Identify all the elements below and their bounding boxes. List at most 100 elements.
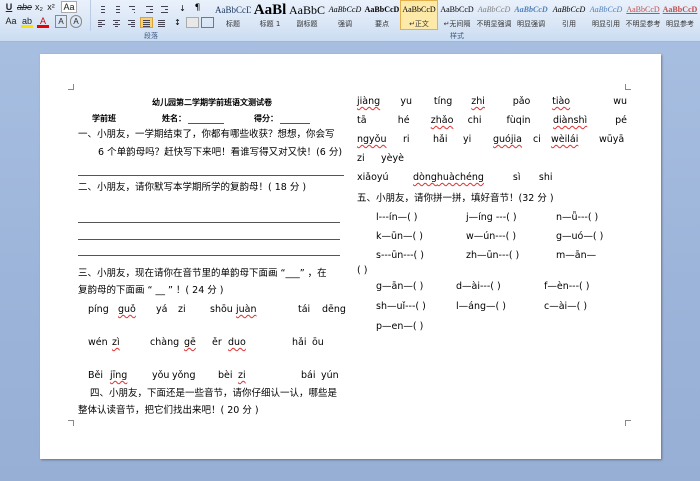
fill-item[interactable]: s---ūn---( ) (376, 249, 466, 268)
style-intense-reference[interactable]: AaBbCcD 明显参考 (661, 0, 699, 30)
font-color-button[interactable]: A (37, 15, 49, 28)
fill-row: g—ān—( ) d—ài---( ) f—èn---( ) (376, 280, 636, 300)
fill-row: s---ūn---( ) zh—ūn---( ) m—ān— (376, 249, 636, 268)
style-subtitle[interactable]: AaBbC 副标题 (288, 0, 326, 30)
pinyin-syllable: tiào (552, 96, 571, 107)
crop-mark (625, 84, 631, 90)
pinyin-syllable: pǎo (512, 96, 531, 107)
pinyin-syllable: tíng (433, 96, 453, 107)
answer-line[interactable] (78, 175, 344, 176)
increase-indent-button[interactable] (158, 3, 171, 14)
pinyin-syllable: yèyè (381, 153, 404, 164)
fill-item[interactable]: zh—ūn---( ) (466, 249, 556, 268)
style-subtle-emphasis[interactable]: AaBbCcD 不明显强调 (475, 0, 513, 30)
fill-item[interactable]: f—èn---( ) (544, 280, 589, 300)
fill-item[interactable]: j—íng ---( ) (466, 211, 556, 230)
fill-item[interactable]: p—en—( ) (376, 320, 423, 340)
question-4-line-1: 四、小朋友，下面还是一些音节，请你仔细认一认，哪些是 (90, 388, 338, 399)
pinyin-syllable: wūyā (599, 134, 625, 145)
justify-button[interactable] (140, 17, 153, 28)
fill-item[interactable]: l---ín—( ) (376, 211, 466, 230)
pinyin-syllable: dēng (322, 304, 346, 315)
question-3-line-2: 复韵母的下面画 “ __ ” ！( 24 分 ) (78, 285, 224, 296)
sort-button[interactable]: ↓ (176, 3, 189, 14)
name-field[interactable] (188, 123, 224, 124)
style-title[interactable]: AaBbCcD 标题 (214, 0, 252, 30)
pinyin-syllable: jiàng (357, 96, 381, 107)
style-subtle-reference[interactable]: AaBbCcD 不明显参考 (624, 0, 662, 30)
fill-item[interactable]: d—ài---( ) (456, 280, 544, 300)
styles-group-label: 样式 (450, 32, 464, 40)
shading-button[interactable] (186, 17, 199, 28)
pinyin-group-b: wén zì chàng gē ěr duo hǎi ōu (88, 336, 350, 349)
fill-row: l---ín—( ) j—íng ---( ) n—ǚ---( ) (376, 211, 636, 230)
style-intense-quote[interactable]: AaBbCcD 明显引用 (587, 0, 625, 30)
distribute-button[interactable] (155, 17, 168, 28)
fill-item[interactable]: m—ān— (556, 249, 596, 268)
numbering-button[interactable] (110, 3, 123, 14)
style-strong[interactable]: AaBbCcD 要点 (363, 0, 401, 30)
pinyin-syllable: ri (403, 134, 410, 145)
pinyin-syllable: wén (88, 337, 108, 348)
strikethrough-button[interactable]: abe (17, 1, 32, 14)
decrease-indent-button[interactable] (143, 3, 156, 14)
fill-item[interactable]: c—ài—( ) (544, 300, 587, 320)
pinyin-row: tā hé zhǎo chi fùqin diànshì pé (357, 114, 627, 133)
bullets-button[interactable] (95, 3, 108, 14)
document-area: 幼儿园第二学期学前班语文测试卷 学前班 姓名： 得分： 一、小朋友，一学期结束了… (0, 42, 700, 481)
fill-item[interactable]: k—ūn—( ) (376, 230, 466, 249)
pinyin-syllable: tā (357, 115, 367, 126)
pinyin-syllable: jīng (110, 370, 128, 381)
superscript-button[interactable]: x² (46, 1, 56, 14)
pinyin-syllable: ěr (212, 337, 222, 348)
underline-button[interactable]: U (2, 1, 16, 14)
answer-line[interactable] (78, 239, 340, 240)
style-emphasis[interactable]: AaBbCcD 强调 (326, 0, 364, 30)
pinyin-syllable: yǒng (172, 370, 196, 381)
fill-item[interactable]: g—ān—( ) (376, 280, 456, 300)
show-marks-button[interactable]: ¶ (191, 3, 204, 14)
clear-format-button[interactable]: Aa (60, 1, 78, 14)
align-center-button[interactable] (110, 17, 123, 28)
pinyin-syllable: yǒu (152, 370, 170, 381)
style-quote[interactable]: AaBbCcD 引用 (550, 0, 588, 30)
answer-line[interactable] (78, 222, 340, 223)
question-4-line-2: 整体认读音节，把它们找出来吧！( 20 分 ) (78, 405, 259, 416)
pinyin-syllable: hé (397, 115, 410, 126)
score-label: 得分： (254, 114, 278, 123)
pinyin-syllable: ōu (312, 337, 324, 348)
pinyin-syllable: zhǎo (430, 115, 454, 126)
style-normal[interactable]: AaBbCcD ↵正文 (400, 0, 438, 30)
align-right-button[interactable] (125, 17, 138, 28)
fill-item[interactable]: w—ún---( ) (466, 230, 556, 249)
pinyin-syllable: zi (357, 153, 365, 164)
style-heading-1[interactable]: AaBl 标题 1 (251, 0, 289, 30)
char-shading-button[interactable]: A (55, 15, 67, 28)
subscript-button[interactable]: x₂ (34, 1, 44, 14)
style-intense-emphasis[interactable]: AaBbCcD 明显强调 (512, 0, 550, 30)
highlight-button[interactable]: ab (21, 15, 33, 28)
pinyin-syllable: guójia (493, 134, 522, 145)
pinyin-row: jiàng yu tíng zhi pǎo tiào wu (357, 95, 627, 114)
style-no-spacing[interactable]: AaBbCcD ↵无间隔 (438, 0, 476, 30)
enclose-char-button[interactable]: A (70, 15, 82, 28)
multilevel-list-button[interactable] (125, 3, 138, 14)
line-spacing-button[interactable]: ↕ (171, 17, 184, 28)
ribbon: U abe x₂ x² Aa Aa ab A A A ↕ ↓ ¶ 段落 AaBb… (0, 0, 700, 42)
answer-line[interactable] (78, 255, 340, 256)
fill-item[interactable]: ( ) (357, 264, 367, 277)
pinyin-syllable: hǎi (433, 134, 448, 145)
pinyin-syllable: guǒ (118, 304, 136, 315)
question-1-line-2: 6 个单韵母吗？赶快写下来吧！看谁写得又对又快！(6 分) (98, 147, 343, 158)
change-case-button[interactable]: Aa (2, 15, 20, 28)
borders-button[interactable] (201, 17, 214, 28)
score-field[interactable] (280, 123, 310, 124)
document-page[interactable]: 幼儿园第二学期学前班语文测试卷 学前班 姓名： 得分： 一、小朋友，一学期结束了… (40, 54, 661, 459)
highlight-icon: ab (21, 16, 32, 26)
font-group-label (0, 31, 86, 41)
fill-item[interactable]: l—áng—( ) (456, 300, 544, 320)
fill-item[interactable]: g—uó—( ) (556, 230, 603, 249)
fill-item[interactable]: n—ǚ---( ) (556, 211, 598, 230)
align-left-button[interactable] (95, 17, 108, 28)
fill-item[interactable]: sh—uǐ---( ) (376, 300, 456, 320)
